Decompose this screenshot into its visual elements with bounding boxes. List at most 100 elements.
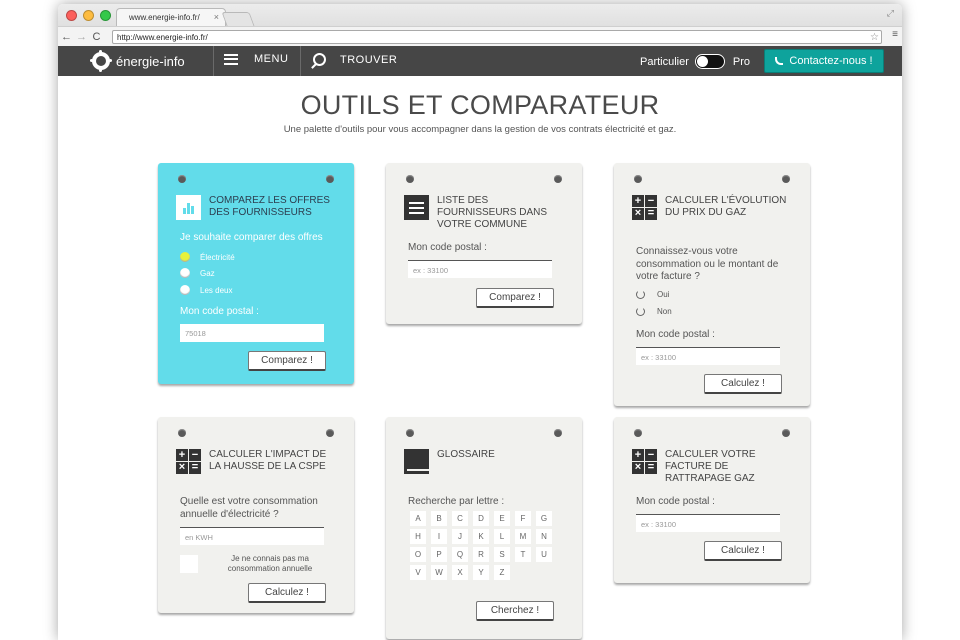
radio-icon (180, 268, 190, 278)
glossary-letter-q[interactable]: Q (452, 547, 468, 562)
radio-les-deux[interactable]: Les deux (180, 285, 232, 295)
postal-label: Mon code postal : (636, 496, 715, 507)
site-logo[interactable]: énergie-info (90, 50, 185, 72)
glossary-letter-b[interactable]: B (431, 511, 447, 526)
audience-toggle: Particulier Pro (640, 54, 750, 69)
minimize-window-button[interactable] (83, 10, 94, 21)
glossary-letter-k[interactable]: K (473, 529, 489, 544)
postal-label: Mon code postal : (636, 329, 715, 340)
checkbox-label: Je ne connais pas ma consommation annuel… (227, 554, 313, 573)
toggle-label-particulier[interactable]: Particulier (640, 56, 689, 68)
search-button[interactable]: TROUVER (313, 53, 397, 66)
close-tab-icon[interactable]: × (214, 12, 219, 22)
search-icon (313, 53, 326, 66)
calculate-button[interactable]: Calculez ! (704, 541, 782, 561)
pin-icon (634, 175, 642, 183)
calculate-button[interactable]: Calculez ! (248, 583, 326, 603)
glossary-letter-i[interactable]: I (431, 529, 447, 544)
compare-button[interactable]: Comparez ! (476, 288, 554, 308)
radio-electricite[interactable]: Électricité (180, 252, 235, 262)
postal-code-input[interactable]: ex : 33100 (636, 347, 780, 365)
search-button[interactable]: Cherchez ! (476, 601, 554, 621)
glossary-letter-n[interactable]: N (536, 529, 552, 544)
glossary-letter-y[interactable]: Y (473, 565, 489, 580)
pin-icon (326, 175, 334, 183)
card-title: COMPAREZ LES OFFRES DES FOURNISSEURS (209, 195, 330, 218)
glossary-letter-j[interactable]: J (452, 529, 468, 544)
contact-button[interactable]: Contactez-nous ! (764, 49, 884, 73)
glossary-letter-d[interactable]: D (473, 511, 489, 526)
audience-switch[interactable] (694, 54, 725, 69)
glossary-letter-g[interactable]: G (536, 511, 552, 526)
glossary-letter-f[interactable]: F (515, 511, 531, 526)
glossary-letter-c[interactable]: C (452, 511, 468, 526)
calculate-button[interactable]: Calculez ! (704, 374, 782, 394)
glossary-letter-x[interactable]: X (452, 565, 468, 580)
close-window-button[interactable] (66, 10, 77, 21)
unknown-consumption-checkbox[interactable] (180, 555, 198, 573)
reload-icon[interactable]: C (90, 31, 103, 43)
contact-label: Contactez-nous ! (789, 55, 873, 67)
card-gas-catchup-bill: + − × = CALCULER VOTRE FACTURE DE RATTRAPAG… (614, 417, 810, 583)
address-bar[interactable]: http://www.energie-info.fr/ ☆ (112, 30, 882, 44)
glossary-letter-w[interactable]: W (431, 565, 447, 580)
pin-icon (782, 429, 790, 437)
radio-gaz[interactable]: Gaz (180, 268, 215, 278)
glossary-letter-a[interactable]: A (410, 511, 426, 526)
list-icon (404, 195, 429, 220)
zoom-window-button[interactable] (100, 10, 111, 21)
glossary-letter-o[interactable]: O (410, 547, 426, 562)
glossary-letter-h[interactable]: H (410, 529, 426, 544)
phone-icon (775, 57, 784, 65)
postal-code-input[interactable]: 75018 (180, 324, 324, 342)
back-arrow-icon[interactable]: ← (60, 31, 73, 43)
navigation-bar: ← → C http://www.energie-info.fr/ ☆ ≡ (58, 26, 902, 46)
site-header: énergie-info MENU TROUVER Particulier Pr… (58, 46, 902, 76)
pin-icon (634, 429, 642, 437)
header-divider (213, 46, 214, 76)
bookmark-star-icon[interactable]: ☆ (870, 32, 879, 43)
pin-icon (782, 175, 790, 183)
glossary-letter-e[interactable]: E (494, 511, 510, 526)
browser-menu-icon[interactable]: ≡ (892, 29, 898, 40)
glossary-letter-r[interactable]: R (473, 547, 489, 562)
browser-tab[interactable]: www.energie-info.fr/ × (116, 8, 226, 26)
book-icon (404, 449, 429, 474)
pin-icon (406, 429, 414, 437)
radio-icon (636, 290, 645, 299)
logo-text: énergie-info (116, 53, 185, 69)
menu-button[interactable]: MENU (224, 53, 288, 65)
page-subtitle: Une palette d'outils pour vous accompagn… (283, 124, 677, 135)
consumption-input[interactable]: en KWH (180, 527, 324, 545)
letter-grid: ABCDEFG HIJKLMN OPQRSTU VWXYZ (410, 511, 570, 580)
glossary-letter-s[interactable]: S (494, 547, 510, 562)
card-gas-price: + − × = CALCULER L'ÉVOLUTION DU PRIX DU GAZ… (614, 163, 810, 406)
compare-prompt: Je souhaite comparer des offres (180, 232, 323, 243)
radio-non[interactable]: Non (636, 307, 672, 316)
glossary-letter-u[interactable]: U (536, 547, 552, 562)
compare-button[interactable]: Comparez ! (248, 351, 326, 371)
glossary-letter-m[interactable]: M (515, 529, 531, 544)
forward-arrow-icon[interactable]: → (75, 31, 88, 43)
card-title: CALCULER L'ÉVOLUTION DU PRIX DU GAZ (665, 195, 787, 218)
search-label: TROUVER (340, 53, 398, 66)
new-tab-button[interactable] (221, 12, 255, 26)
window-controls (66, 10, 111, 21)
postal-label: Mon code postal : (180, 306, 259, 317)
header-divider (300, 46, 301, 76)
postal-code-input[interactable]: ex : 33100 (408, 260, 552, 278)
glossary-letter-v[interactable]: V (410, 565, 426, 580)
browser-window: www.energie-info.fr/ × ⤢ ← → C http://ww… (58, 4, 902, 640)
calculator-icon: + − × = (632, 449, 657, 474)
glossary-letter-p[interactable]: P (431, 547, 447, 562)
card-title: CALCULER L'IMPACT DE LA HAUSSE DE LA CSP… (209, 449, 327, 472)
fullscreen-icon[interactable]: ⤢ (887, 8, 894, 19)
postal-code-input[interactable]: ex : 33100 (636, 514, 780, 532)
logo-icon (90, 50, 112, 72)
radio-icon (180, 285, 190, 295)
glossary-letter-l[interactable]: L (494, 529, 510, 544)
toggle-label-pro[interactable]: Pro (733, 56, 750, 68)
glossary-letter-z[interactable]: Z (494, 565, 510, 580)
glossary-letter-t[interactable]: T (515, 547, 531, 562)
radio-oui[interactable]: Oui (636, 290, 669, 299)
